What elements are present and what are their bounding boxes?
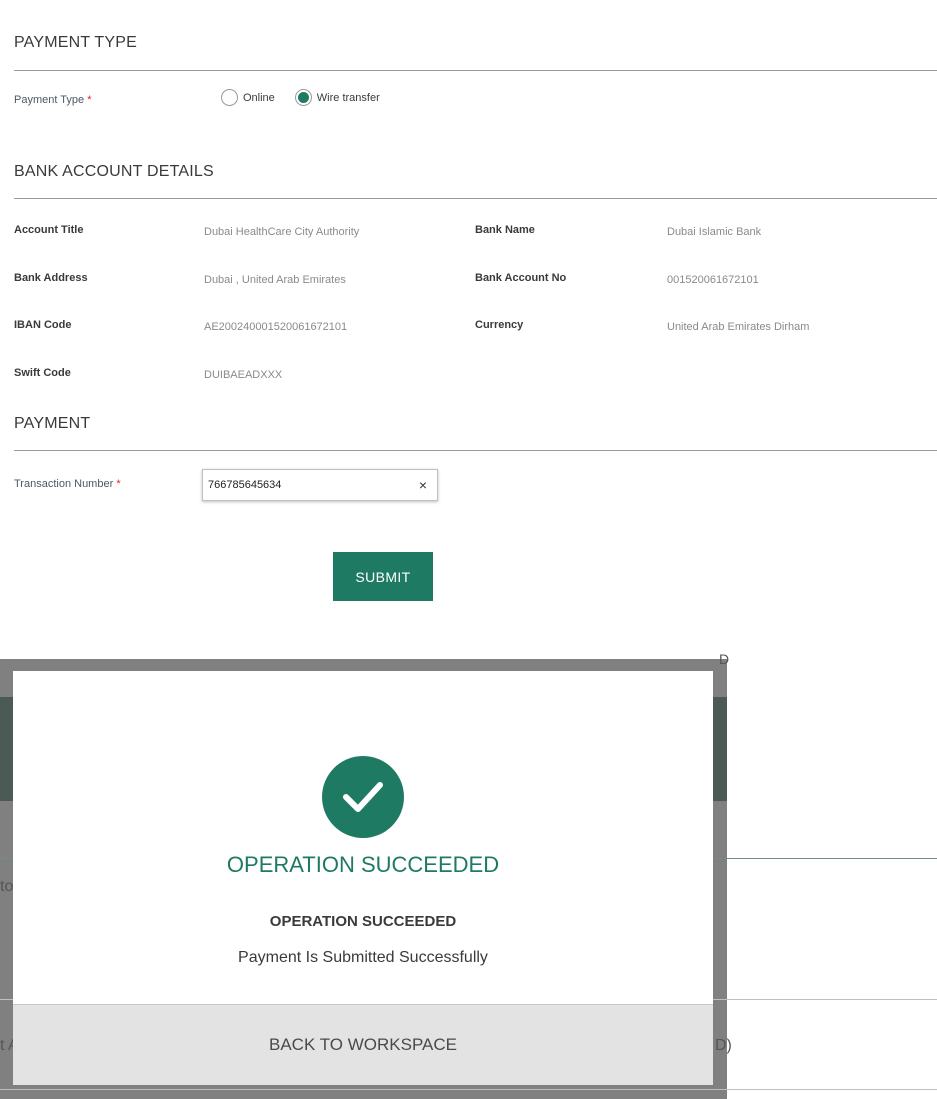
submit-button[interactable]: SUBMIT: [333, 552, 433, 601]
payment-type-radio-group: Online Wire transfer: [221, 89, 400, 106]
payment-type-divider: [14, 70, 937, 71]
iban-value: AE200240001520061672101: [204, 321, 348, 333]
bank-address-label: Bank Address: [14, 272, 88, 284]
swift-code-label: Swift Code: [14, 367, 71, 379]
back-to-workspace-button[interactable]: BACK TO WORKSPACE: [13, 1004, 713, 1085]
radio-online-circle[interactable]: [221, 89, 238, 106]
backdrop-text-right-bottom: D): [715, 1037, 732, 1054]
backdrop-text-left-mid: to: [0, 878, 14, 895]
success-modal: OPERATION SUCCEEDED OPERATION SUCCEEDED …: [13, 671, 713, 1085]
radio-wire-transfer-label: Wire transfer: [316, 91, 380, 104]
check-icon: [343, 782, 383, 812]
backdrop-text-top-right: D: [719, 651, 730, 667]
swift-code-value: DUIBAEADXXX: [204, 369, 283, 381]
account-title-value: Dubai HealthCare City Authority: [204, 226, 360, 238]
bank-details-heading: BANK ACCOUNT DETAILS: [14, 163, 214, 180]
bank-account-no-value: 001520061672101: [667, 274, 759, 286]
payment-heading: PAYMENT: [14, 415, 91, 432]
iban-label: IBAN Code: [14, 319, 72, 331]
required-mark: *: [116, 478, 121, 490]
modal-heading: OPERATION SUCCEEDED: [226, 852, 500, 877]
required-mark: *: [87, 94, 92, 106]
modal-message: Payment Is Submitted Successfully: [238, 949, 488, 966]
currency-label: Currency: [475, 319, 524, 331]
backdrop-divider-bottom: [0, 1089, 937, 1090]
account-title-label: Account Title: [14, 224, 84, 236]
bank-name-value: Dubai Islamic Bank: [667, 226, 762, 238]
radio-wire-transfer[interactable]: Wire transfer: [294, 89, 380, 106]
bank-account-no-label: Bank Account No: [475, 272, 567, 284]
payment-type-label: Payment Type *: [14, 94, 92, 106]
bank-address-value: Dubai , United Arab Emirates: [204, 274, 346, 286]
transaction-number-input[interactable]: [208, 479, 419, 491]
currency-value: United Arab Emirates Dirham: [667, 321, 810, 333]
radio-online[interactable]: Online: [221, 89, 275, 106]
payment-type-heading: PAYMENT TYPE: [14, 34, 138, 51]
check-circle-icon: [322, 756, 404, 838]
modal-subheading: OPERATION SUCCEEDED: [269, 913, 457, 930]
bank-name-label: Bank Name: [475, 224, 535, 236]
clear-icon[interactable]: ×: [419, 477, 427, 493]
payment-divider: [14, 450, 937, 451]
transaction-number-label: Transaction Number *: [14, 478, 121, 490]
bank-details-divider: [14, 198, 937, 199]
radio-online-label: Online: [243, 91, 275, 104]
transaction-number-field[interactable]: ×: [202, 469, 438, 501]
radio-wire-transfer-circle[interactable]: [294, 89, 312, 106]
